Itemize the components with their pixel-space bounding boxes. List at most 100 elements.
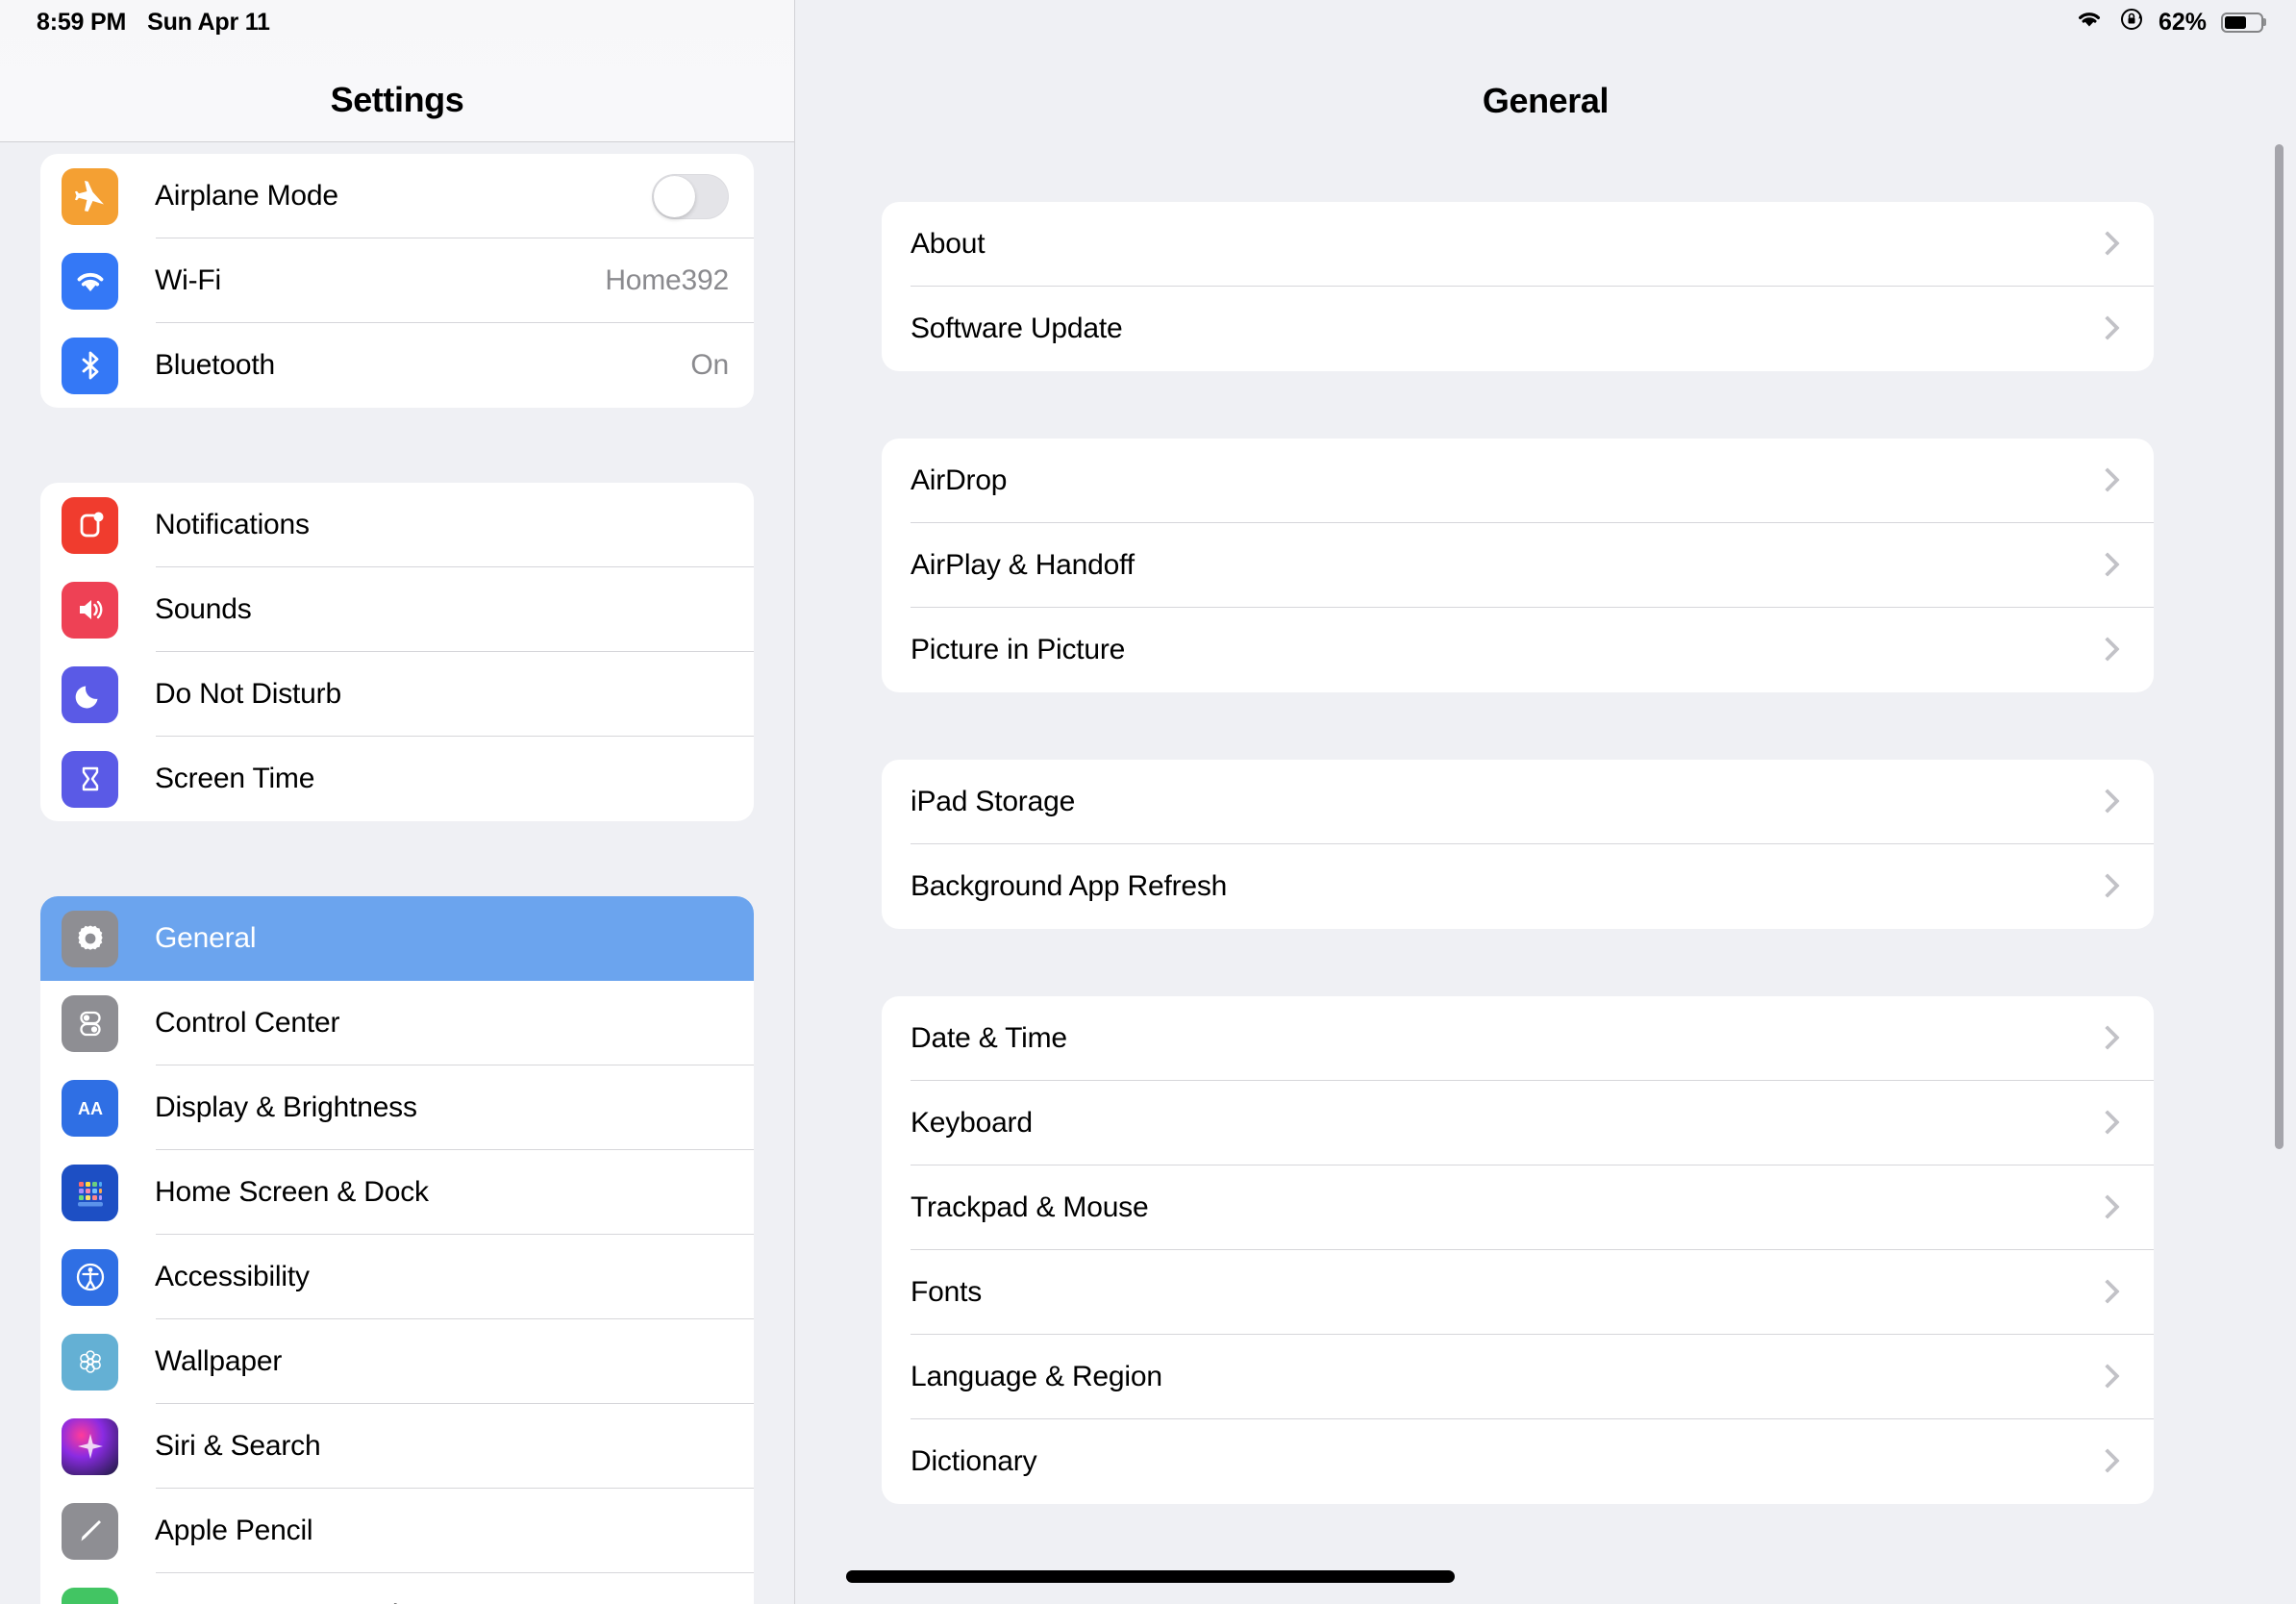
detail-item-date-time[interactable]: Date & Time	[882, 996, 2154, 1081]
sidebar-item-face-id-passcode[interactable]: Face ID & Passcode	[40, 1573, 754, 1604]
chevron-right-icon	[2098, 315, 2113, 342]
sidebar-group-system: General Control Center AA Display & Brig…	[40, 896, 754, 1604]
detail-item-dictionary[interactable]: Dictionary	[882, 1419, 2154, 1504]
home-indicator[interactable]	[846, 1570, 1455, 1583]
sidebar-item-label: General	[155, 922, 257, 954]
face-id-icon	[62, 1587, 118, 1604]
sidebar-item-label: Sounds	[155, 593, 252, 625]
notifications-icon	[62, 496, 118, 554]
sidebar-item-accessibility[interactable]: Accessibility	[40, 1235, 754, 1319]
detail-item-software-update[interactable]: Software Update	[882, 287, 2154, 371]
detail-item-label: Keyboard	[911, 1107, 1033, 1139]
sidebar-item-home-screen-dock[interactable]: Home Screen & Dock	[40, 1150, 754, 1235]
home-screen-dock-icon	[62, 1164, 118, 1221]
sidebar-item-siri-search[interactable]: Siri & Search	[40, 1404, 754, 1489]
detail-scroll-area[interactable]: About Software Update AirDrop AirPlay & …	[795, 142, 2296, 1604]
screen-time-icon	[62, 750, 118, 808]
chevron-right-icon	[2098, 873, 2113, 900]
sidebar-item-label: Apple Pencil	[155, 1515, 313, 1546]
detail-group-storage: iPad Storage Background App Refresh	[882, 760, 2154, 929]
chevron-right-icon	[2098, 1364, 2113, 1391]
wallpaper-icon	[62, 1333, 118, 1391]
sidebar-item-label: Bluetooth	[155, 349, 275, 381]
toggle-knob	[654, 175, 695, 217]
wifi-icon	[62, 252, 118, 310]
airplane-mode-toggle[interactable]	[652, 173, 729, 219]
chevron-right-icon	[2098, 467, 2113, 494]
siri-icon	[62, 1417, 118, 1475]
sidebar-item-wifi[interactable]: Wi-Fi Home392	[40, 238, 754, 323]
general-detail-panel: General About Software Update AirDrop Ai…	[795, 0, 2296, 1604]
sounds-icon	[62, 581, 118, 639]
detail-item-label: Software Update	[911, 313, 1123, 344]
sidebar-item-label: Accessibility	[155, 1261, 310, 1292]
detail-item-label: Date & Time	[911, 1022, 1067, 1054]
detail-item-label: AirPlay & Handoff	[911, 549, 1135, 581]
apple-pencil-icon	[62, 1502, 118, 1560]
detail-item-airdrop[interactable]: AirDrop	[882, 439, 2154, 523]
sidebar-item-label: Do Not Disturb	[155, 678, 341, 710]
sidebar-item-label: Face ID & Passcode	[155, 1599, 414, 1604]
sidebar-item-airplane-mode[interactable]: Airplane Mode	[40, 154, 754, 238]
detail-item-about[interactable]: About	[882, 202, 2154, 287]
detail-item-language-region[interactable]: Language & Region	[882, 1335, 2154, 1419]
detail-item-keyboard[interactable]: Keyboard	[882, 1081, 2154, 1165]
sidebar-item-apple-pencil[interactable]: Apple Pencil	[40, 1489, 754, 1573]
detail-item-picture-in-picture[interactable]: Picture in Picture	[882, 608, 2154, 692]
detail-item-label: Picture in Picture	[911, 634, 1126, 665]
chevron-right-icon	[2098, 1025, 2113, 1052]
sidebar-header: Settings	[0, 0, 794, 142]
sidebar-group-notifications: Notifications Sounds Do Not Disturb Scre…	[40, 483, 754, 821]
detail-item-fonts[interactable]: Fonts	[882, 1250, 2154, 1335]
chevron-right-icon	[2098, 231, 2113, 258]
sidebar-item-label: Wallpaper	[155, 1345, 283, 1377]
detail-item-label: AirDrop	[911, 464, 1008, 496]
bluetooth-state-value: On	[690, 349, 729, 381]
detail-item-trackpad-mouse[interactable]: Trackpad & Mouse	[882, 1165, 2154, 1250]
sidebar-item-label: Screen Time	[155, 763, 315, 794]
detail-item-label: About	[911, 228, 986, 260]
sidebar-item-notifications[interactable]: Notifications	[40, 483, 754, 567]
sidebar-item-label: Notifications	[155, 509, 310, 540]
do-not-disturb-icon	[62, 665, 118, 723]
sidebar-scroll-area[interactable]: Airplane Mode Wi-Fi Home392 Bluetooth On…	[0, 142, 794, 1604]
sidebar-item-label: Siri & Search	[155, 1430, 321, 1462]
sidebar-item-label: Airplane Mode	[155, 180, 338, 212]
sidebar-item-wallpaper[interactable]: Wallpaper	[40, 1319, 754, 1404]
accessibility-icon	[62, 1248, 118, 1306]
control-center-icon	[62, 994, 118, 1052]
detail-group-sharing: AirDrop AirPlay & Handoff Picture in Pic…	[882, 439, 2154, 692]
settings-sidebar: Settings Airplane Mode Wi-Fi Home392 Blu…	[0, 0, 795, 1604]
detail-item-label: Background App Refresh	[911, 870, 1228, 902]
detail-item-label: Trackpad & Mouse	[911, 1191, 1149, 1223]
bluetooth-icon	[62, 337, 118, 394]
chevron-right-icon	[2098, 637, 2113, 664]
detail-item-background-app-refresh[interactable]: Background App Refresh	[882, 844, 2154, 929]
sidebar-item-label: Wi-Fi	[155, 264, 221, 296]
detail-item-ipad-storage[interactable]: iPad Storage	[882, 760, 2154, 844]
chevron-right-icon	[2098, 789, 2113, 815]
detail-item-airplay-handoff[interactable]: AirPlay & Handoff	[882, 523, 2154, 608]
sidebar-item-general[interactable]: General	[40, 896, 754, 981]
sidebar-item-screen-time[interactable]: Screen Time	[40, 737, 754, 821]
display-brightness-icon: AA	[62, 1079, 118, 1137]
gear-icon	[62, 910, 118, 967]
detail-group-about: About Software Update	[882, 202, 2154, 371]
detail-item-label: Dictionary	[911, 1445, 1037, 1477]
sidebar-item-bluetooth[interactable]: Bluetooth On	[40, 323, 754, 408]
sidebar-item-control-center[interactable]: Control Center	[40, 981, 754, 1065]
sidebar-item-label: Control Center	[155, 1007, 340, 1039]
sidebar-item-sounds[interactable]: Sounds	[40, 567, 754, 652]
svg-text:AA: AA	[78, 1099, 103, 1118]
detail-item-label: iPad Storage	[911, 786, 1076, 817]
chevron-right-icon	[2098, 1110, 2113, 1137]
sidebar-item-label: Home Screen & Dock	[155, 1176, 429, 1208]
sidebar-item-do-not-disturb[interactable]: Do Not Disturb	[40, 652, 754, 737]
sidebar-item-label: Display & Brightness	[155, 1091, 417, 1123]
detail-group-input: Date & Time Keyboard Trackpad & Mouse Fo…	[882, 996, 2154, 1504]
sidebar-item-display-brightness[interactable]: AA Display & Brightness	[40, 1065, 754, 1150]
chevron-right-icon	[2098, 1448, 2113, 1475]
vertical-scrollbar[interactable]	[2275, 144, 2284, 1149]
chevron-right-icon	[2098, 1194, 2113, 1221]
wifi-network-value: Home392	[605, 264, 729, 296]
